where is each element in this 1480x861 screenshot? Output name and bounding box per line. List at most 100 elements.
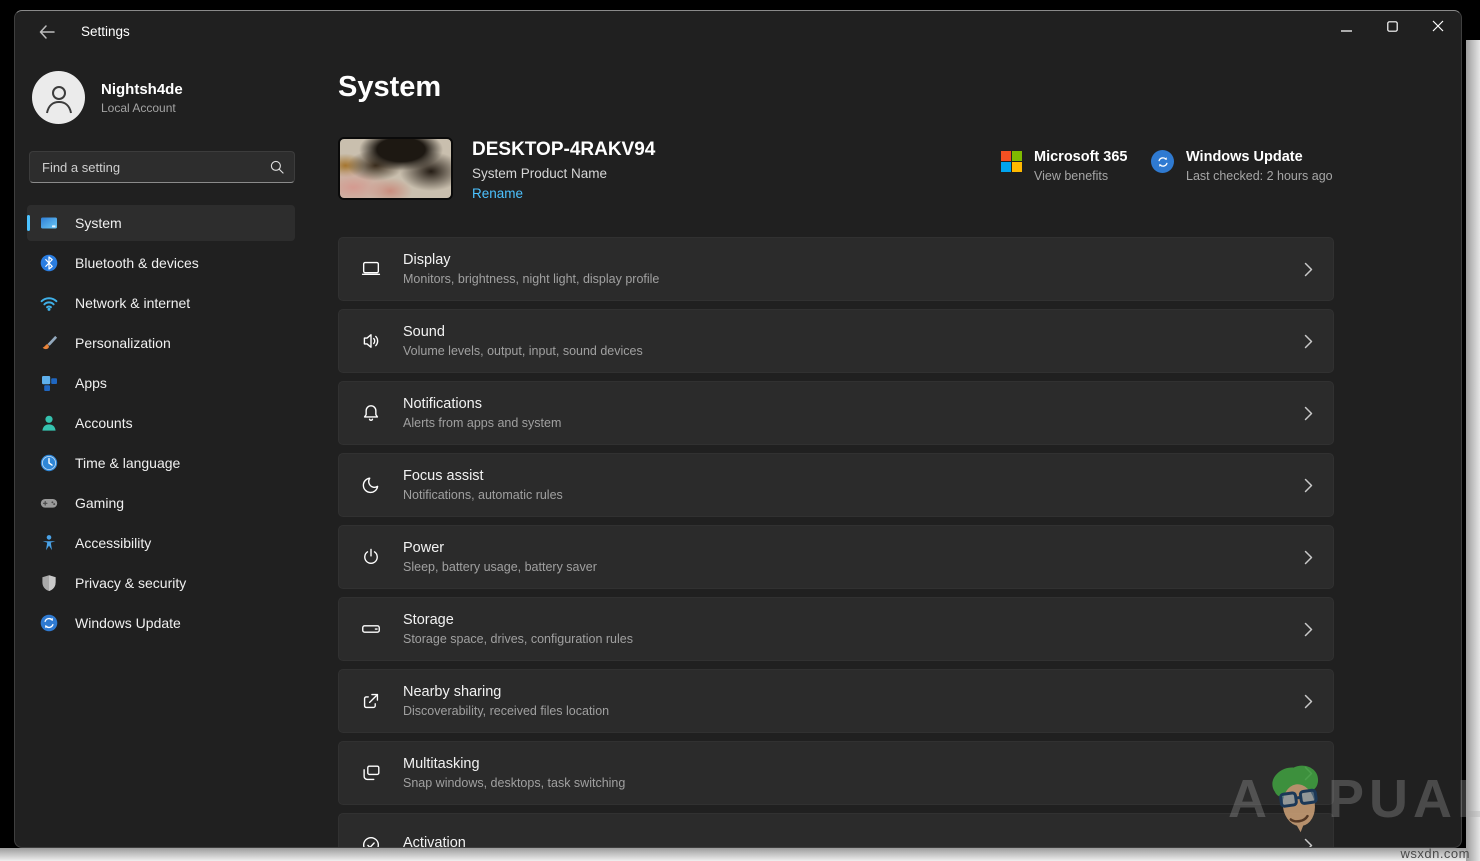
sidebar-item-accounts[interactable]: Accounts — [27, 405, 295, 441]
sidebar-item-label: Privacy & security — [75, 575, 186, 591]
sidebar-item-time-language[interactable]: Time & language — [27, 445, 295, 481]
settings-window: Settings Nightsh4de Local Account — [14, 10, 1462, 848]
windows-update-sync-icon — [1151, 150, 1174, 173]
settings-row-activation[interactable]: Activation — [338, 813, 1334, 847]
row-title: Display — [403, 252, 659, 268]
sidebar-item-label: System — [75, 215, 122, 231]
row-subtitle: Snap windows, desktops, task switching — [403, 776, 625, 790]
minimize-button[interactable] — [1323, 11, 1369, 45]
close-icon — [1432, 19, 1444, 37]
microsoft-logo-icon — [1001, 151, 1022, 172]
chevron-right-icon — [1304, 406, 1313, 421]
sidebar-item-privacy-security[interactable]: Privacy & security — [27, 565, 295, 601]
sidebar-item-windows-update[interactable]: Windows Update — [27, 605, 295, 641]
back-button[interactable] — [31, 19, 63, 49]
shield-icon — [39, 573, 59, 593]
gamepad-icon — [39, 493, 59, 513]
chevron-right-icon — [1304, 334, 1313, 349]
bluetooth-icon — [39, 253, 59, 273]
row-subtitle: Storage space, drives, configuration rul… — [403, 632, 633, 646]
person-icon — [39, 413, 59, 433]
sidebar-item-label: Apps — [75, 375, 107, 391]
row-title: Focus assist — [403, 468, 563, 484]
promo-title: Microsoft 365 — [1034, 149, 1127, 165]
settings-row-focus-assist[interactable]: Focus assist Notifications, automatic ru… — [338, 453, 1334, 517]
close-button[interactable] — [1415, 11, 1461, 45]
page-backdrop-bottom — [0, 848, 1480, 861]
multitask-windows-icon — [339, 762, 403, 784]
sidebar-item-label: Bluetooth & devices — [75, 255, 199, 271]
settings-row-power[interactable]: Power Sleep, battery usage, battery save… — [338, 525, 1334, 589]
row-subtitle: Monitors, brightness, night light, displ… — [403, 272, 659, 286]
user-account-block[interactable]: Nightsh4de Local Account — [15, 59, 335, 124]
update-icon — [39, 613, 59, 633]
device-product-name: System Product Name — [472, 166, 655, 181]
page-title: System — [338, 71, 441, 104]
maximize-icon — [1387, 19, 1398, 37]
sidebar-item-label: Accessibility — [75, 535, 151, 551]
row-title: Power — [403, 540, 597, 556]
crescent-moon-icon — [339, 474, 403, 496]
sidebar-item-label: Gaming — [75, 495, 124, 511]
promo-title: Windows Update — [1186, 149, 1333, 165]
maximize-button[interactable] — [1369, 11, 1415, 45]
row-title: Nearby sharing — [403, 684, 609, 700]
sidebar-item-personalization[interactable]: Personalization — [27, 325, 295, 361]
chevron-right-icon — [1304, 694, 1313, 709]
site-watermark: wsxdn.com — [1400, 846, 1470, 861]
row-subtitle: Sleep, battery usage, battery saver — [403, 560, 597, 574]
settings-row-notifications[interactable]: Notifications Alerts from apps and syste… — [338, 381, 1334, 445]
rename-link[interactable]: Rename — [472, 186, 523, 201]
promo-subtitle: View benefits — [1034, 169, 1127, 183]
avatar — [32, 71, 85, 124]
row-title: Notifications — [403, 396, 561, 412]
row-subtitle: Volume levels, output, input, sound devi… — [403, 344, 643, 358]
row-title: Sound — [403, 324, 643, 340]
clock-icon — [39, 453, 59, 473]
system-icon — [39, 213, 59, 233]
device-header: DESKTOP-4RAKV94 System Product Name Rena… — [338, 137, 1334, 200]
window-title: Settings — [81, 24, 130, 39]
titlebar: Settings — [15, 11, 1461, 59]
minimize-icon — [1341, 19, 1352, 37]
apps-icon — [39, 373, 59, 393]
wifi-icon — [39, 293, 59, 313]
row-subtitle: Alerts from apps and system — [403, 416, 561, 430]
row-subtitle: Discoverability, received files location — [403, 704, 609, 718]
chevron-right-icon — [1304, 550, 1313, 565]
sidebar-item-network-internet[interactable]: Network & internet — [27, 285, 295, 321]
chevron-right-icon — [1304, 478, 1313, 493]
bell-icon — [339, 402, 403, 424]
sidebar-item-bluetooth-devices[interactable]: Bluetooth & devices — [27, 245, 295, 281]
check-circle-icon — [339, 834, 403, 847]
main-content: System DESKTOP-4RAKV94 System Product Na… — [335, 59, 1461, 847]
settings-row-display[interactable]: Display Monitors, brightness, night ligh… — [338, 237, 1334, 301]
search-input[interactable] — [29, 151, 295, 183]
user-name: Nightsh4de — [101, 81, 183, 98]
speaker-icon — [339, 330, 403, 352]
display-icon — [339, 258, 403, 280]
promo-subtitle: Last checked: 2 hours ago — [1186, 169, 1333, 183]
sidebar-item-system[interactable]: System — [27, 205, 295, 241]
storage-drive-icon — [339, 618, 403, 640]
sidebar: Nightsh4de Local Account System Blue — [15, 59, 335, 847]
settings-row-storage[interactable]: Storage Storage space, drives, configura… — [338, 597, 1334, 661]
row-title: Multitasking — [403, 756, 625, 772]
sidebar-nav: System Bluetooth & devices Network & int… — [27, 205, 295, 641]
sidebar-item-label: Time & language — [75, 455, 180, 471]
windows-update-card[interactable]: Windows Update Last checked: 2 hours ago — [1151, 149, 1333, 183]
row-title: Storage — [403, 612, 633, 628]
power-icon — [339, 546, 403, 568]
sidebar-item-gaming[interactable]: Gaming — [27, 485, 295, 521]
sidebar-item-label: Network & internet — [75, 295, 190, 311]
sidebar-item-apps[interactable]: Apps — [27, 365, 295, 401]
account-type: Local Account — [101, 101, 183, 115]
sidebar-item-accessibility[interactable]: Accessibility — [27, 525, 295, 561]
settings-row-multitasking[interactable]: Multitasking Snap windows, desktops, tas… — [338, 741, 1334, 805]
settings-row-nearby-sharing[interactable]: Nearby sharing Discoverability, received… — [338, 669, 1334, 733]
page-backdrop-right — [1466, 40, 1480, 861]
settings-row-sound[interactable]: Sound Volume levels, output, input, soun… — [338, 309, 1334, 373]
chevron-right-icon — [1304, 262, 1313, 277]
chevron-right-icon — [1304, 766, 1313, 781]
microsoft-365-card[interactable]: Microsoft 365 View benefits — [1001, 149, 1127, 183]
